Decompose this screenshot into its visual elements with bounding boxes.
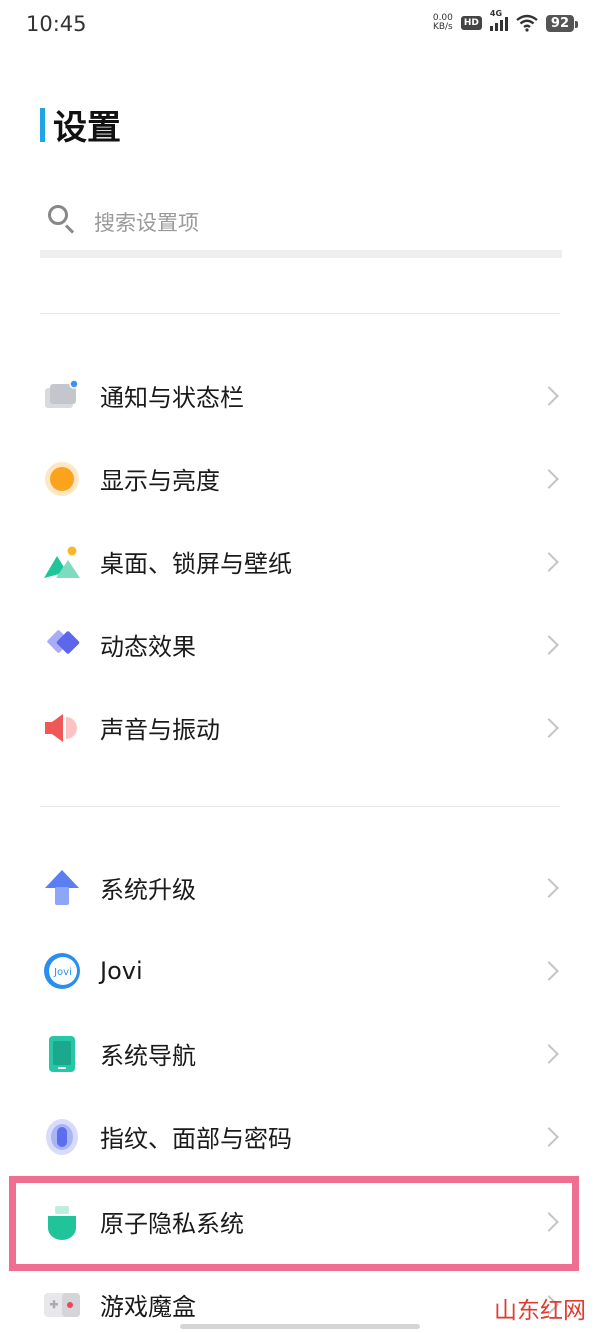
settings-item-animation[interactable]: 动态效果	[0, 603, 600, 686]
chevron-right-icon	[539, 1126, 559, 1147]
search-input[interactable]	[94, 211, 514, 235]
upgrade-icon	[45, 869, 79, 905]
chevron-right-icon	[539, 385, 559, 406]
page-title: 设置	[53, 108, 121, 148]
battery-icon: 92	[545, 14, 579, 32]
title-accent-bar	[40, 107, 45, 142]
chevron-right-icon	[539, 877, 559, 898]
settings-item-jovi[interactable]: Jovi Jovi	[0, 929, 600, 1012]
home-indicator[interactable]	[180, 1324, 420, 1329]
notification-icon	[45, 378, 79, 408]
settings-item-label: 声音与振动	[100, 716, 220, 744]
highlight-box	[9, 1176, 579, 1271]
hd-icon: HD	[460, 16, 482, 30]
chevron-right-icon	[539, 634, 559, 655]
game-box-icon	[44, 1292, 80, 1317]
navigation-icon	[49, 1035, 75, 1072]
settings-item-notifications[interactable]: 通知与状态栏	[0, 354, 600, 437]
network-speed: 0.00 KB/s	[433, 14, 453, 32]
settings-item-label: 系统升级	[100, 876, 196, 904]
settings-item-label: 桌面、锁屏与壁纸	[100, 550, 292, 578]
chevron-right-icon	[539, 960, 559, 981]
settings-item-system-upgrade[interactable]: 系统升级	[0, 846, 600, 929]
settings-item-sound[interactable]: 声音与振动	[0, 686, 600, 769]
chevron-right-icon	[539, 1043, 559, 1064]
wallpaper-icon	[44, 546, 80, 578]
fingerprint-icon	[46, 1118, 78, 1155]
cellular-signal-icon: 4G	[489, 9, 508, 31]
jovi-icon: Jovi	[44, 952, 80, 989]
search-bar[interactable]	[40, 196, 562, 258]
sound-icon	[45, 713, 77, 742]
page-header: 设置	[40, 100, 121, 149]
status-indicators: 0.00 KB/s HD 4G 92	[433, 9, 579, 32]
settings-item-label: 指纹、面部与密码	[100, 1125, 292, 1153]
status-time: 10:45	[26, 12, 87, 36]
settings-item-navigation[interactable]: 系统导航	[0, 1012, 600, 1095]
section-divider	[40, 806, 560, 807]
search-icon	[46, 203, 86, 243]
chevron-right-icon	[539, 551, 559, 572]
watermark: 山东红网	[494, 1298, 586, 1324]
settings-item-label: 游戏魔盒	[100, 1293, 196, 1321]
section-divider	[40, 313, 560, 314]
network-speed-unit: KB/s	[432, 22, 453, 32]
chevron-right-icon	[539, 717, 559, 738]
network-type: 4G	[489, 9, 503, 18]
wifi-icon	[516, 14, 538, 32]
animation-icon	[47, 629, 80, 654]
chevron-right-icon	[539, 468, 559, 489]
brightness-icon	[45, 461, 79, 496]
settings-item-fingerprint[interactable]: 指纹、面部与密码	[0, 1095, 600, 1178]
settings-item-label: Jovi	[100, 956, 143, 985]
settings-item-label: 系统导航	[100, 1042, 196, 1070]
settings-item-label: 通知与状态栏	[100, 384, 244, 412]
settings-item-label: 动态效果	[100, 633, 196, 661]
status-bar: 10:45 0.00 KB/s HD 4G 92	[0, 0, 600, 52]
settings-item-display[interactable]: 显示与亮度	[0, 437, 600, 520]
svg-text:Jovi: Jovi	[53, 967, 72, 978]
settings-item-label: 显示与亮度	[100, 467, 220, 495]
settings-item-wallpaper[interactable]: 桌面、锁屏与壁纸	[0, 520, 600, 603]
